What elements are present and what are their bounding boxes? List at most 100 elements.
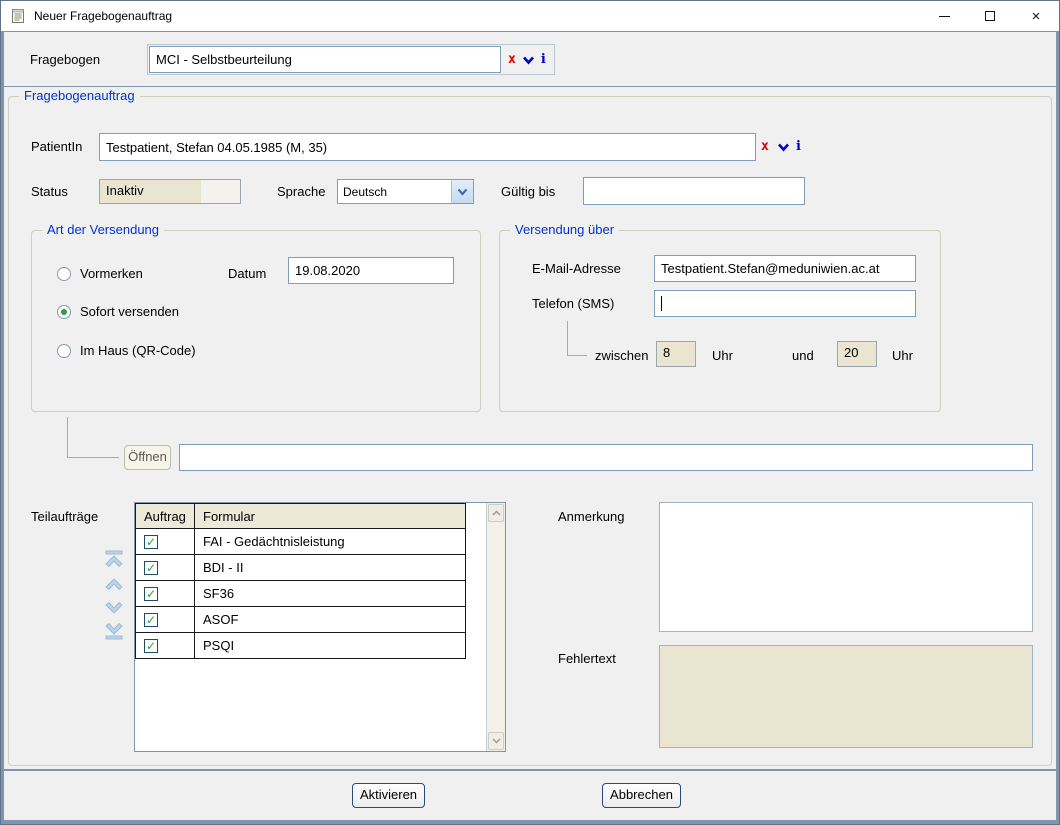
anmerkung-textarea[interactable] <box>659 502 1033 632</box>
oeffnen-path-input[interactable] <box>179 444 1033 471</box>
table-row[interactable]: ✓ BDI - II <box>136 555 466 581</box>
chevron-up-icon <box>492 510 501 516</box>
row-checkbox[interactable]: ✓ <box>144 639 158 653</box>
fragebogen-section: Fragebogen x i <box>4 32 1056 87</box>
patient-input[interactable] <box>99 133 756 161</box>
fehlertext-field <box>659 645 1033 748</box>
sprache-selected-value: Deutsch <box>338 185 451 199</box>
dialog-window: Neuer Fragebogenauftrag × Fragebogen x i <box>0 0 1060 825</box>
versandart-group-label: Art der Versendung <box>42 222 164 238</box>
maximize-button[interactable] <box>967 1 1013 31</box>
text-cursor <box>661 296 662 311</box>
info-icon[interactable]: i <box>541 52 546 67</box>
telefon-input[interactable] <box>654 290 916 317</box>
versendung-group: Versendung über E-Mail-Adresse Telefon (… <box>499 230 941 412</box>
patient-info-icon[interactable]: i <box>796 139 801 154</box>
teilauftraege-table: Auftrag Formular ✓ FAI - Gedächtnisleist… <box>135 503 466 659</box>
table-row[interactable]: ✓ SF36 <box>136 581 466 607</box>
uhr-label: Uhr <box>892 347 913 365</box>
formular-cell[interactable]: BDI - II <box>195 555 466 581</box>
patient-chevron-down-icon[interactable] <box>777 142 790 152</box>
connector-line <box>567 355 587 356</box>
formular-cell[interactable]: SF36 <box>195 581 466 607</box>
email-input[interactable] <box>654 255 916 282</box>
sprache-label: Sprache <box>277 183 325 201</box>
move-down-icon[interactable] <box>103 599 125 617</box>
patient-clear-icon[interactable]: x <box>761 139 769 154</box>
radio-vormerken[interactable] <box>57 267 71 281</box>
fragebogenauftrag-group: Fragebogenauftrag PatientIn x i Status I… <box>8 96 1052 766</box>
row-checkbox[interactable]: ✓ <box>144 561 158 575</box>
row-checkbox[interactable]: ✓ <box>144 587 158 601</box>
radio-sofort-versenden-label[interactable]: Sofort versenden <box>80 303 179 321</box>
form-icon <box>10 8 26 24</box>
telefon-label: Telefon (SMS) <box>532 295 614 313</box>
check-icon: ✓ <box>145 562 157 575</box>
fragebogenauftrag-group-label: Fragebogenauftrag <box>19 88 140 104</box>
radio-vormerken-label[interactable]: Vormerken <box>80 265 143 283</box>
clear-icon[interactable]: x <box>508 52 516 67</box>
maximize-icon <box>985 11 995 21</box>
radio-sofort-versenden[interactable] <box>57 305 71 319</box>
minimize-icon <box>939 16 950 17</box>
abbrechen-button[interactable]: Abbrechen <box>602 783 681 808</box>
aktivieren-button[interactable]: Aktivieren <box>352 783 425 808</box>
sprache-dropdown-button[interactable] <box>451 180 473 203</box>
fehlertext-label: Fehlertext <box>558 650 616 668</box>
connector-line <box>567 321 568 356</box>
fragebogen-combo: x i <box>147 44 555 75</box>
window-title: Neuer Fragebogenauftrag <box>34 9 172 23</box>
radio-im-haus-label[interactable]: Im Haus (QR-Code) <box>80 342 196 360</box>
status-field: Inaktiv <box>99 179 241 204</box>
close-icon: × <box>1032 8 1041 25</box>
gueltig-bis-label: Gültig bis <box>501 183 555 201</box>
check-icon: ✓ <box>145 614 157 627</box>
formular-cell[interactable]: ASOF <box>195 607 466 633</box>
und-label: und <box>792 347 814 365</box>
table-row[interactable]: ✓ PSQI <box>136 633 466 659</box>
check-icon: ✓ <box>145 640 157 653</box>
column-header-auftrag: Auftrag <box>136 504 195 529</box>
zwischen-label: zwischen <box>595 347 648 365</box>
status-label: Status <box>31 183 68 201</box>
fragebogen-input[interactable] <box>149 46 501 73</box>
table-header-row: Auftrag Formular <box>136 504 466 529</box>
footer-separator <box>4 769 1056 771</box>
radio-im-haus[interactable] <box>57 344 71 358</box>
move-to-top-icon[interactable] <box>103 550 125 568</box>
scroll-down-button[interactable] <box>488 732 504 750</box>
table-row[interactable]: ✓ FAI - Gedächtnisleistung <box>136 529 466 555</box>
move-to-bottom-icon[interactable] <box>103 623 125 641</box>
title-bar: Neuer Fragebogenauftrag × <box>1 1 1059 31</box>
patient-label: PatientIn <box>31 138 82 156</box>
email-label: E-Mail-Adresse <box>532 260 621 278</box>
connector-line <box>67 457 119 458</box>
versandart-group: Art der Versendung Vormerken Datum Sofor… <box>31 230 481 412</box>
uhr-label: Uhr <box>712 347 733 365</box>
gueltig-bis-input[interactable] <box>583 177 805 205</box>
chevron-down-icon <box>492 738 501 744</box>
minimize-button[interactable] <box>921 1 967 31</box>
sprache-select[interactable]: Deutsch <box>337 179 474 204</box>
datum-input[interactable] <box>288 257 454 284</box>
connector-line <box>67 417 68 457</box>
anmerkung-label: Anmerkung <box>558 508 624 526</box>
formular-cell[interactable]: PSQI <box>195 633 466 659</box>
table-scrollbar[interactable] <box>486 503 505 751</box>
client-area: Fragebogen x i Fragebogenauftrag Patient… <box>1 31 1059 824</box>
versendung-group-label: Versendung über <box>510 222 619 238</box>
column-header-formular: Formular <box>195 504 466 529</box>
row-checkbox[interactable]: ✓ <box>144 613 158 627</box>
row-checkbox[interactable]: ✓ <box>144 535 158 549</box>
oeffnen-button[interactable]: Öffnen <box>124 445 171 470</box>
move-up-icon[interactable] <box>103 575 125 593</box>
chevron-down-icon[interactable] <box>522 55 535 65</box>
table-row[interactable]: ✓ ASOF <box>136 607 466 633</box>
scroll-up-button[interactable] <box>488 504 504 522</box>
von-uhr-field: 8 <box>656 341 696 367</box>
close-button[interactable]: × <box>1013 1 1059 31</box>
formular-cell[interactable]: FAI - Gedächtnisleistung <box>195 529 466 555</box>
teilauftraege-label: Teilaufträge <box>31 508 98 526</box>
check-icon: ✓ <box>145 588 157 601</box>
chevron-down-icon <box>457 188 468 196</box>
